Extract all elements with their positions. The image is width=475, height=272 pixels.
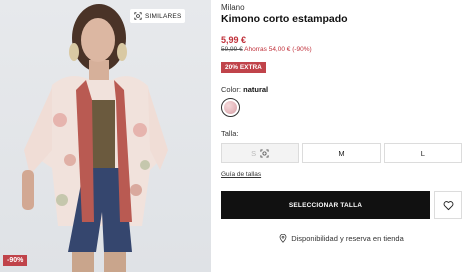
- similares-label: SIMILARES: [145, 12, 182, 20]
- current-price: 5,99 €: [221, 35, 247, 45]
- extra-discount-badge: 20% EXTRA: [221, 62, 266, 73]
- size-label: Talla:: [221, 129, 239, 138]
- savings-text: Ahorras 54,00 € (-90%): [244, 46, 312, 53]
- select-size-button[interactable]: SELECCIONAR TALLA: [221, 191, 430, 219]
- store-availability-link[interactable]: Disponibilidad y reserva en tienda: [221, 234, 462, 243]
- product-image[interactable]: SIMILARES -90%: [0, 0, 211, 272]
- product-title: Kimono corto estampado: [221, 13, 348, 25]
- color-label-text: Color:: [221, 85, 242, 94]
- model-photo: [22, 4, 168, 272]
- availability-text: Disponibilidad y reserva en tienda: [291, 234, 404, 243]
- product-details: Milano Kimono corto estampado 5,99 € 59,…: [221, 0, 466, 272]
- similares-button[interactable]: SIMILARES: [130, 9, 186, 23]
- color-swatch-natural[interactable]: [221, 98, 240, 117]
- size-guide-link[interactable]: Guía de tallas: [221, 171, 261, 178]
- location-pin-icon: [279, 234, 287, 243]
- swatch-fill: [224, 101, 237, 114]
- color-label: Color: natural: [221, 85, 268, 94]
- size-option-l[interactable]: L: [383, 143, 462, 163]
- color-value: natural: [243, 85, 269, 94]
- size-option-m[interactable]: M: [302, 143, 381, 163]
- product-brand[interactable]: Milano: [221, 3, 245, 12]
- size-label-m: M: [338, 148, 345, 158]
- size-label-s: S: [251, 148, 257, 158]
- discount-badge: -90%: [3, 255, 28, 266]
- size-label-l: L: [420, 148, 425, 158]
- size-option-s[interactable]: S: [221, 143, 300, 163]
- old-price-row: 59,99 € Ahorras 54,00 € (-90%): [221, 46, 312, 53]
- size-selector: S M L: [221, 143, 462, 163]
- old-price: 59,99 €: [221, 46, 243, 53]
- similar-icon: [134, 12, 142, 20]
- wishlist-button[interactable]: [434, 191, 462, 219]
- heart-icon: [443, 200, 453, 210]
- similar-icon: [260, 148, 269, 158]
